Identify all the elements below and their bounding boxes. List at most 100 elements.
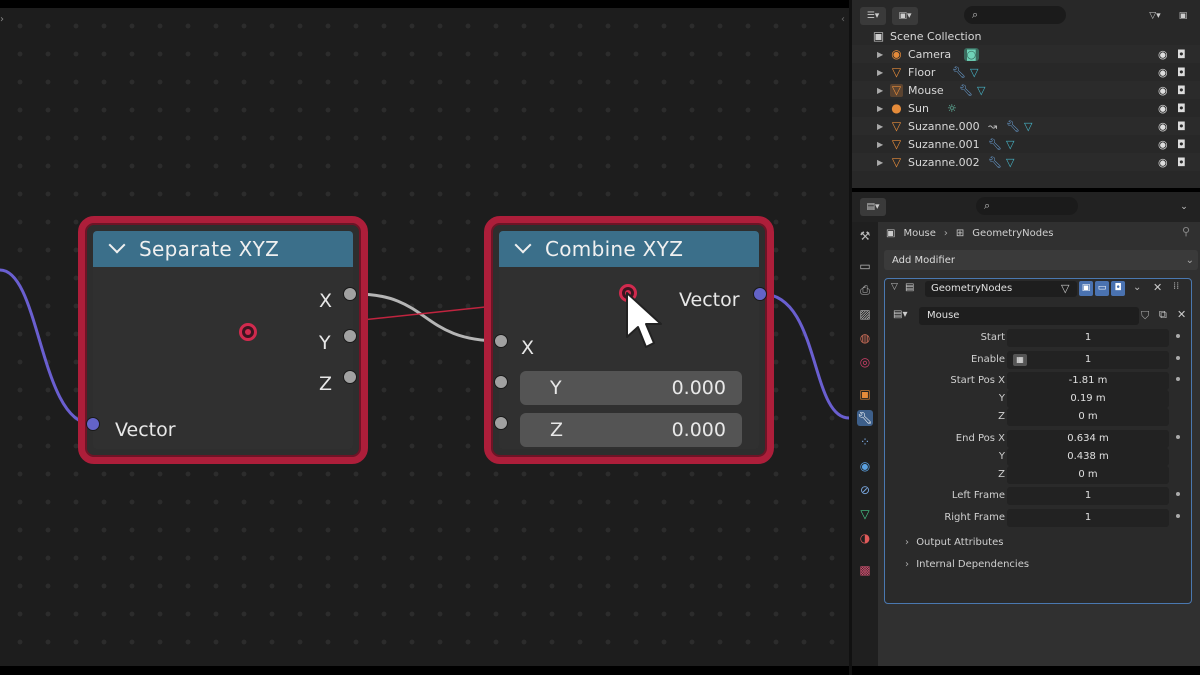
output-tab-icon[interactable]: ⎙ [857, 282, 873, 298]
prop-right-frame[interactable]: Right Frame 1 [885, 509, 1193, 527]
prop-value[interactable]: 0 m [1007, 408, 1169, 426]
expand-arrow-icon[interactable]: ▶ [877, 50, 883, 59]
scene-collection-row[interactable]: ▣ Scene Collection [852, 27, 1200, 45]
expand-arrow-icon[interactable]: ▶ [877, 158, 883, 167]
node-group-type-icon[interactable]: ▤▾ [893, 309, 907, 320]
keyframe-dot-icon[interactable] [1176, 514, 1180, 518]
constraints-tab-icon[interactable]: ⊘ [857, 482, 873, 498]
prop-value[interactable]: 1 [1007, 509, 1169, 527]
mesh-data-icon[interactable]: ▽ [970, 66, 978, 79]
modifier-wrench-icon[interactable]: 🔧︎ [988, 156, 1002, 169]
render-toggle-icon[interactable]: ◘ [1111, 281, 1125, 296]
scene-tab-icon[interactable]: ◍ [857, 330, 873, 346]
visibility-eye-icon[interactable]: ◉ [1158, 138, 1168, 151]
keyframe-dot-icon[interactable] [1176, 356, 1180, 360]
visibility-eye-icon[interactable]: ◉ [1158, 48, 1168, 61]
internal-dependencies-section[interactable]: › Internal Dependencies [905, 559, 1029, 570]
visibility-eye-icon[interactable]: ◉ [1158, 66, 1168, 79]
modifier-tab-icon[interactable]: 🔧︎ [857, 410, 873, 426]
prop-enable[interactable]: Enable 1 ▦ [885, 351, 1193, 369]
prop-value[interactable]: 1 [1007, 487, 1169, 505]
visibility-eye-icon[interactable]: ◉ [1158, 120, 1168, 133]
render-tab-icon[interactable]: ▭ [857, 258, 873, 274]
visibility-eye-icon[interactable]: ◉ [1158, 84, 1168, 97]
duplicate-icon[interactable]: ⧉ [1159, 308, 1167, 322]
expand-arrow-icon[interactable]: ▶ [877, 104, 883, 113]
properties-search-input[interactable]: ⌕ [976, 197, 1078, 215]
view-layer-tab-icon[interactable]: ▨ [857, 306, 873, 322]
prop-value[interactable]: 0.19 m [1007, 390, 1169, 408]
data-tab-icon[interactable]: ▽ [857, 506, 873, 522]
modifier-menu-icon[interactable]: ⌄ [1133, 282, 1141, 293]
attribute-toggle-icon[interactable]: ▦ [1013, 354, 1027, 366]
modifier-wrench-icon[interactable]: 🔧︎ [959, 84, 973, 97]
keyframe-dot-icon[interactable] [1176, 334, 1180, 338]
outliner-row-suzanne-001[interactable]: ▶ ▽ Suzanne.001 🔧︎ ▽ ◉ ◘ [852, 135, 1200, 153]
combine-input-x-socket[interactable] [494, 334, 508, 348]
mesh-data-icon[interactable]: ▽ [1024, 120, 1032, 133]
separate-input-vector-socket[interactable] [86, 417, 100, 431]
filter-button[interactable]: ▽▾ [1142, 7, 1168, 25]
modifier-wrench-icon[interactable]: 🔧︎ [1006, 120, 1020, 133]
output-attributes-section[interactable]: › Output Attributes [905, 537, 1003, 548]
fake-user-shield-icon[interactable]: ⛉ [1141, 309, 1149, 323]
world-tab-icon[interactable]: ◎ [857, 354, 873, 370]
outliner-row-suzanne-000[interactable]: ▶ ▽ Suzanne.000 ↝ 🔧︎ ▽ ◉ ◘ [852, 117, 1200, 135]
prop-value[interactable]: 0.634 m [1007, 430, 1169, 448]
prop-start-pos-y[interactable]: Y 0.19 m [885, 390, 1193, 408]
sun-data-icon[interactable]: ☼ [947, 102, 957, 115]
expand-arrow-icon[interactable]: ▶ [877, 86, 883, 95]
prop-value[interactable]: 0.438 m [1007, 448, 1169, 466]
separate-output-y-socket[interactable] [343, 329, 357, 343]
render-camera-icon[interactable]: ◘ [1177, 156, 1186, 169]
outliner-row-camera[interactable]: ▶ ◉ Camera ◙ ◉ ◘ [852, 45, 1200, 63]
material-tab-icon[interactable]: ◑ [857, 530, 873, 546]
tool-tab-icon[interactable]: ⚒ [857, 228, 873, 244]
display-mode-button[interactable]: ☰▾ [860, 7, 886, 25]
keyframe-dot-icon[interactable] [1176, 435, 1180, 439]
input-z-field[interactable]: Z 0.000 [520, 413, 742, 447]
options-dropdown-button[interactable]: ⌄ [1176, 198, 1192, 216]
outliner-row-sun[interactable]: ▶ ● Sun ☼ ◉ ◘ [852, 99, 1200, 117]
visibility-eye-icon[interactable]: ◉ [1158, 102, 1168, 115]
combine-input-y-socket[interactable] [494, 375, 508, 389]
separate-xyz-node[interactable]: Separate XYZ X Y Z Vector [78, 216, 368, 464]
prop-start-pos-z[interactable]: Z 0 m [885, 408, 1193, 426]
constraint-icon[interactable]: ↝ [988, 120, 997, 133]
prop-value[interactable]: 1 [1007, 329, 1169, 347]
remove-modifier-icon[interactable]: ✕ [1153, 281, 1162, 294]
camera-data-icon[interactable]: ◙ [964, 47, 979, 61]
prop-end-pos-z[interactable]: Z 0 m [885, 466, 1193, 484]
combine-output-vector-socket[interactable] [753, 287, 767, 301]
prop-end-pos-y[interactable]: Y 0.438 m [885, 448, 1193, 466]
editor-type-button[interactable]: ▤▾ [860, 198, 886, 216]
prop-start[interactable]: Start 1 [885, 329, 1193, 347]
combine-xyz-header[interactable]: Combine XYZ [499, 231, 759, 267]
input-y-field[interactable]: Y 0.000 [520, 371, 742, 405]
mesh-data-icon[interactable]: ▽ [977, 84, 985, 97]
expand-arrow-icon[interactable]: ▶ [877, 68, 883, 77]
collapse-chevron-icon[interactable] [108, 236, 126, 254]
mesh-data-icon[interactable]: ▽ [1006, 156, 1014, 169]
node-group-field[interactable]: Mouse [919, 307, 1139, 325]
physics-tab-icon[interactable]: ◉ [857, 458, 873, 474]
unlink-icon[interactable]: ✕ [1177, 308, 1186, 321]
outliner-row-mouse[interactable]: ▶ ▽ Mouse 🔧︎ ▽ ◉ ◘ [852, 81, 1200, 99]
combine-input-z-socket[interactable] [494, 416, 508, 430]
edit-mode-icon[interactable]: ▽ [1061, 282, 1069, 295]
outliner-row-suzanne-002[interactable]: ▶ ▽ Suzanne.002 🔧︎ ▽ ◉ ◘ [852, 153, 1200, 171]
keyframe-dot-icon[interactable] [1176, 492, 1180, 496]
separate-output-z-socket[interactable] [343, 370, 357, 384]
node-editor[interactable]: › ‹ Separate XYZ X Y Z Vector Combine XY… [0, 8, 849, 666]
texture-tab-icon[interactable]: ▩ [857, 562, 873, 578]
prop-end-pos-x[interactable]: End Pos X 0.634 m [885, 430, 1193, 448]
prop-value[interactable]: -1.81 m [1007, 372, 1169, 390]
on-cage-toggle-icon[interactable]: ▣ [1079, 281, 1093, 296]
prop-value[interactable]: 0 m [1007, 466, 1169, 484]
render-camera-icon[interactable]: ◘ [1177, 102, 1186, 115]
collapse-arrow-icon[interactable]: ▽ [891, 282, 898, 292]
prop-start-pos-x[interactable]: Start Pos X -1.81 m [885, 372, 1193, 390]
expand-arrow-icon[interactable]: ▶ [877, 122, 883, 131]
add-modifier-button[interactable]: Add Modifier ⌄ [884, 250, 1198, 270]
modifier-wrench-icon[interactable]: 🔧︎ [988, 138, 1002, 151]
